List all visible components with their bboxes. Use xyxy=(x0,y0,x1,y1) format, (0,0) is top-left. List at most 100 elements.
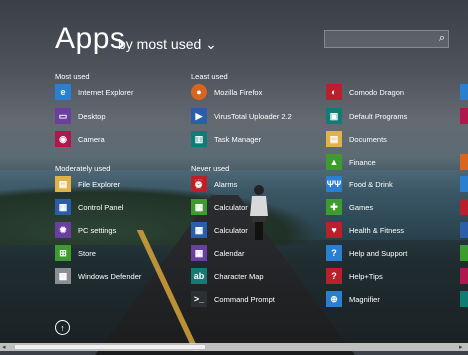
app-label: Calendar xyxy=(214,248,245,258)
app-label: Magnifier xyxy=(349,294,380,304)
help-tips-icon: ? xyxy=(326,268,342,284)
app-virustotal-uploader[interactable]: ▶ VirusTotal Uploader 2.2 xyxy=(191,108,292,124)
app-calculator-2[interactable]: ▦ Calculator xyxy=(191,222,248,238)
app-label: Camera xyxy=(78,134,105,144)
app-label: Command Prompt xyxy=(214,294,275,304)
scroll-left-arrow-icon[interactable]: ◂ xyxy=(2,343,6,351)
app-label: Help and Support xyxy=(349,248,408,258)
app-label: Store xyxy=(78,248,96,258)
app-label: Windows Defender xyxy=(78,271,142,281)
games-controller-icon: ✚ xyxy=(326,199,342,215)
app-file-explorer[interactable]: ▤ File Explorer xyxy=(55,176,120,192)
app-calendar[interactable]: ▦ Calendar xyxy=(191,245,244,261)
control-panel-icon: ▦ xyxy=(55,199,71,215)
app-task-manager[interactable]: ▥ Task Manager xyxy=(191,131,261,147)
app-default-programs[interactable]: ▣ Default Programs xyxy=(326,108,407,124)
app-documents[interactable]: ▤ Documents xyxy=(326,131,387,147)
app-label: Character Map xyxy=(214,271,264,281)
help-question-icon: ? xyxy=(326,245,342,261)
app-label: Internet Explorer xyxy=(78,87,134,97)
app-internet-explorer[interactable]: e Internet Explorer xyxy=(55,84,133,100)
app-label: VirusTotal Uploader 2.2 xyxy=(214,111,292,121)
search-icon[interactable]: ⌕ xyxy=(439,32,445,45)
food-drink-icon: ΨΨ xyxy=(326,176,342,192)
app-store[interactable]: ⊞ Store xyxy=(55,245,96,261)
sort-dropdown[interactable]: by most used ⌄ xyxy=(118,36,217,53)
group-header-never-used: Never used xyxy=(191,164,230,173)
windows-defender-icon: ▩ xyxy=(55,268,71,284)
app-windows-defender[interactable]: ▩ Windows Defender xyxy=(55,268,141,284)
scroll-to-start-button[interactable]: ↑ xyxy=(55,320,70,335)
documents-folder-icon: ▤ xyxy=(326,131,342,147)
partial-app-tile[interactable] xyxy=(460,291,468,307)
app-control-panel[interactable]: ▦ Control Panel xyxy=(55,199,123,215)
comodo-dragon-icon: ◐ xyxy=(326,84,342,100)
chevron-down-icon: ⌄ xyxy=(205,36,217,52)
app-pc-settings[interactable]: ✹ PC settings xyxy=(55,222,116,238)
app-help-tips[interactable]: ? Help+Tips xyxy=(326,268,383,284)
page-title: Apps xyxy=(55,22,126,55)
folder-icon: ▤ xyxy=(55,176,71,192)
internet-explorer-icon: e xyxy=(55,84,71,100)
app-help-and-support[interactable]: ? Help and Support xyxy=(326,245,407,261)
app-label: Finance xyxy=(349,157,376,167)
character-map-icon: ab xyxy=(191,268,207,284)
app-label: PC settings xyxy=(78,225,117,235)
app-label: Desktop xyxy=(78,111,106,121)
app-label: Task Manager xyxy=(214,134,262,144)
calendar-icon: ▦ xyxy=(191,245,207,261)
default-programs-icon: ▣ xyxy=(326,108,342,124)
calculator-icon: ▦ xyxy=(191,199,207,215)
scrollbar-thumb[interactable] xyxy=(14,344,206,350)
app-label: Comodo Dragon xyxy=(349,87,405,97)
app-calculator-1[interactable]: ▦ Calculator xyxy=(191,199,248,215)
partial-app-tile[interactable] xyxy=(460,222,468,238)
app-games[interactable]: ✚ Games xyxy=(326,199,373,215)
task-manager-icon: ▥ xyxy=(191,131,207,147)
app-food-drink[interactable]: ΨΨ Food & Drink xyxy=(326,176,393,192)
camera-icon: ◉ xyxy=(55,131,71,147)
command-prompt-icon: >_ xyxy=(191,291,207,307)
partial-app-tile[interactable] xyxy=(460,176,468,192)
search-box[interactable]: ⌕ xyxy=(324,30,449,48)
partial-app-tile[interactable] xyxy=(460,245,468,261)
desktop-icon: ▭ xyxy=(55,108,71,124)
arrow-up-icon: ↑ xyxy=(60,322,65,333)
app-label: Default Programs xyxy=(349,111,408,121)
app-character-map[interactable]: ab Character Map xyxy=(191,268,264,284)
app-alarms[interactable]: ⏰ Alarms xyxy=(191,176,237,192)
app-label: Documents xyxy=(349,134,387,144)
finance-chart-icon: ▲ xyxy=(326,154,342,170)
app-finance[interactable]: ▲ Finance xyxy=(326,154,376,170)
app-health-fitness[interactable]: ♥ Health & Fitness xyxy=(326,222,404,238)
app-desktop[interactable]: ▭ Desktop xyxy=(55,108,106,124)
app-label: Health & Fitness xyxy=(349,225,405,235)
store-icon: ⊞ xyxy=(55,245,71,261)
app-mozilla-firefox[interactable]: ● Mozilla Firefox xyxy=(191,84,262,100)
group-header-least-used: Least used xyxy=(191,72,228,81)
virustotal-icon: ▶ xyxy=(191,108,207,124)
app-label: Food & Drink xyxy=(349,179,393,189)
calculator-icon: ▦ xyxy=(191,222,207,238)
scroll-right-arrow-icon[interactable]: ▸ xyxy=(459,343,463,351)
app-label: Help+Tips xyxy=(349,271,383,281)
heart-icon: ♥ xyxy=(326,222,342,238)
app-label: Mozilla Firefox xyxy=(214,87,263,97)
app-camera[interactable]: ◉ Camera xyxy=(55,131,105,147)
magnifier-icon: ⊕ xyxy=(326,291,342,307)
app-magnifier[interactable]: ⊕ Magnifier xyxy=(326,291,380,307)
partial-app-tile[interactable] xyxy=(460,154,468,170)
app-command-prompt[interactable]: >_ Command Prompt xyxy=(191,291,275,307)
alarm-clock-icon: ⏰ xyxy=(191,176,207,192)
gear-icon: ✹ xyxy=(55,222,71,238)
partial-app-tile[interactable] xyxy=(460,268,468,284)
partial-app-tile[interactable] xyxy=(460,199,468,215)
group-header-most-used: Most used xyxy=(55,72,90,81)
partial-app-tile[interactable] xyxy=(460,108,468,124)
group-header-moderately-used: Moderately used xyxy=(55,164,111,173)
app-label: File Explorer xyxy=(78,179,121,189)
partial-app-tile[interactable] xyxy=(460,84,468,100)
app-label: Control Panel xyxy=(78,202,124,212)
app-comodo-dragon[interactable]: ◐ Comodo Dragon xyxy=(326,84,404,100)
app-label: Games xyxy=(349,202,374,212)
